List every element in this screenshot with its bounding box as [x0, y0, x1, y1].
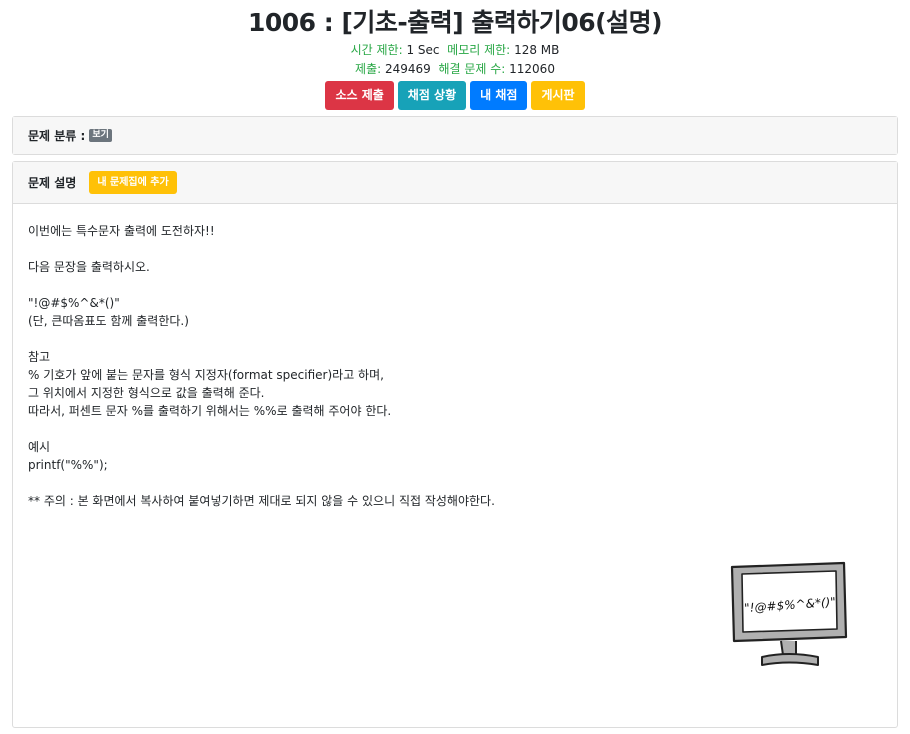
description-line: 참고: [28, 350, 51, 364]
time-limit-value: 1 Sec: [406, 43, 440, 57]
judge-status-button[interactable]: 채점 상황: [397, 81, 467, 110]
description-line: 예시: [28, 440, 51, 454]
description-line: "!@#$%^&*()": [28, 296, 120, 310]
monitor-illustration: "!@#$%^&*()": [730, 561, 848, 666]
stats-line: 제출: 249469 해결 문제 수: 112060: [0, 60, 910, 77]
solved-value: 112060: [509, 62, 555, 76]
description-line: [28, 420, 495, 438]
description-line: [28, 474, 495, 492]
description-label: 문제 설명: [28, 176, 77, 190]
solved-label: 해결 문제 수:: [438, 62, 506, 76]
description-line: 이번에는 특수문자 출력에 도전하자!!: [28, 224, 215, 238]
category-card: 문제 분류 : 보기: [12, 116, 898, 155]
time-limit-label: 시간 제한:: [350, 43, 403, 57]
description-line: printf("%%");: [28, 458, 108, 472]
description-line: 따라서, 퍼센트 문자 %를 출력하기 위해서는 %%로 출력해 주어야 한다.: [28, 404, 392, 418]
memory-limit-value: 128 MB: [514, 43, 560, 57]
category-header: 문제 분류 : 보기: [13, 117, 897, 154]
description-line: [28, 330, 495, 348]
category-label: 문제 분류 :: [28, 129, 86, 143]
memory-limit-label: 메모리 제한:: [447, 43, 511, 57]
description-header: 문제 설명 내 문제집에 추가: [13, 162, 897, 204]
add-to-my-set-button[interactable]: 내 문제집에 추가: [89, 171, 177, 194]
page-title: 1006 : [기초-출력] 출력하기06(설명): [247, 8, 663, 37]
description-line: 그 위치에서 지정한 형식으로 값을 출력해 준다.: [28, 386, 265, 400]
category-show-badge[interactable]: 보기: [89, 129, 112, 142]
submit-source-button[interactable]: 소스 제출: [325, 81, 394, 110]
my-status-button[interactable]: 내 채점: [470, 81, 528, 110]
description-body: 이번에는 특수문자 출력에 도전하자!! 다음 문장을 출력하시오. "!@#$…: [28, 222, 495, 510]
action-buttons: 소스 제출 채점 상황 내 채점 게시판: [0, 81, 910, 110]
problem-page: 1006 : [기초-출력] 출력하기06(설명) 시간 제한: 1 Sec 메…: [0, 0, 910, 734]
description-card: 문제 설명 내 문제집에 추가 이번에는 특수문자 출력에 도전하자!! 다음 …: [12, 161, 898, 728]
description-line: % 기호가 앞에 붙는 문자를 형식 지정자(format specifier)…: [28, 368, 384, 382]
description-line: [28, 240, 495, 258]
description-line: 다음 문장을 출력하시오.: [28, 260, 150, 274]
description-line: ** 주의 : 본 화면에서 복사하여 붙여넣기하면 제대로 되지 않을 수 있…: [28, 494, 495, 508]
submissions-label: 제출:: [355, 62, 382, 76]
description-line: [28, 276, 495, 294]
submissions-value: 249469: [384, 62, 431, 76]
limits-line: 시간 제한: 1 Sec 메모리 제한: 128 MB: [0, 41, 910, 58]
description-line: (단, 큰따옴표도 함께 출력한다.): [28, 314, 189, 328]
board-button[interactable]: 게시판: [531, 81, 585, 110]
